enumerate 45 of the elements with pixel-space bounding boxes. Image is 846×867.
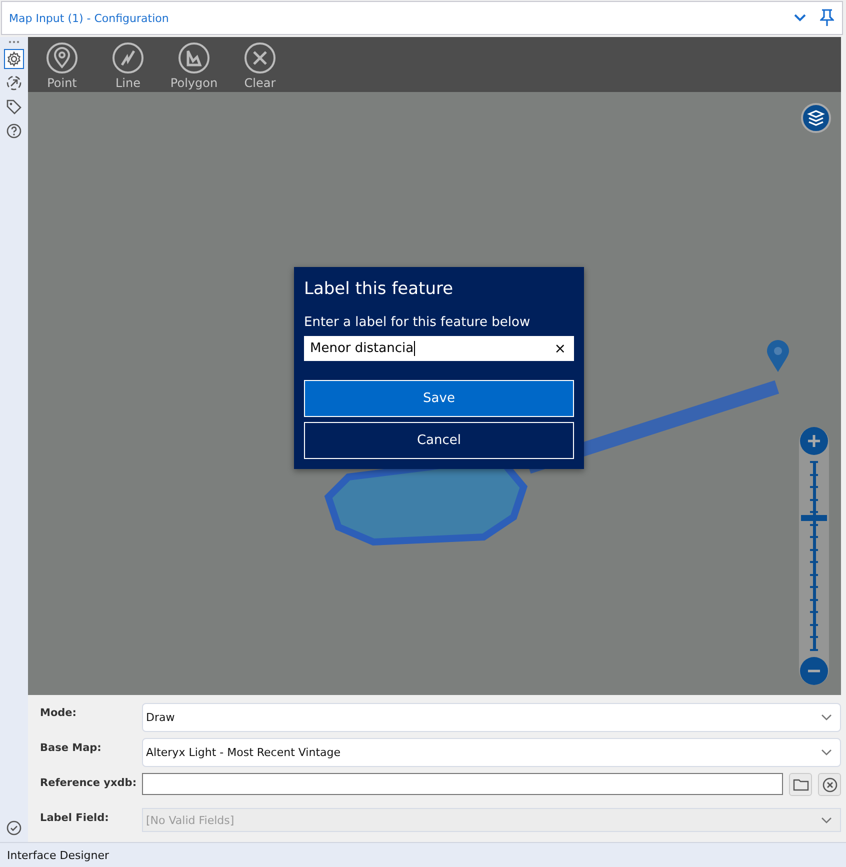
tag-icon[interactable] (4, 97, 24, 117)
chevron-down-icon (821, 816, 832, 824)
dropdown-field[interactable]: Alteryx Light - Most Recent Vintage (142, 738, 841, 767)
polygon-tool-icon (178, 42, 210, 74)
chevron-down-icon (821, 714, 832, 721)
save-button[interactable]: Save (304, 380, 574, 417)
chevron-down-icon (821, 749, 832, 756)
folder-icon (792, 778, 808, 791)
clear-tool-button[interactable]: Clear (234, 37, 286, 92)
zoom-in-button[interactable] (800, 427, 828, 455)
polygon-tool-button[interactable]: Polygon (168, 37, 220, 92)
field-label: Mode: (40, 706, 78, 719)
browse-folder-button[interactable] (789, 773, 812, 796)
field-label: Reference yxdb: (40, 776, 136, 789)
dialog-prompt: Enter a label for this feature below (304, 315, 532, 330)
chevron-down-icon[interactable] (794, 14, 806, 22)
layers-icon (807, 109, 825, 127)
plus-icon (807, 434, 821, 448)
settings-icon[interactable] (4, 49, 24, 69)
clear-input-button[interactable]: × (552, 340, 568, 356)
field-label: Base Map: (40, 741, 102, 754)
clear-file-button[interactable] (818, 773, 841, 796)
status-text: Interface Designer (7, 848, 110, 862)
dropdown-field[interactable]: Draw (142, 703, 841, 732)
line-tool-button[interactable]: Line (102, 37, 154, 92)
point-tool-button[interactable]: Point (36, 37, 88, 92)
window-title: Map Input (1) - Configuration (9, 12, 170, 24)
field-label: Label Field: (40, 811, 110, 824)
zoom-out-button[interactable] (800, 657, 828, 685)
connection-icon[interactable] (4, 73, 24, 93)
clear-icon (822, 776, 838, 792)
point-tool-icon (46, 42, 78, 74)
clear-tool-icon (244, 42, 276, 74)
pin-icon[interactable] (820, 9, 834, 27)
line-tool-icon (112, 42, 144, 74)
cancel-button[interactable]: Cancel (304, 422, 574, 459)
layers-button[interactable] (801, 103, 831, 133)
file-path-field[interactable] (142, 773, 783, 795)
dialog-title: Label this feature (304, 279, 454, 299)
more-icon[interactable] (9, 39, 19, 45)
check-circle-icon[interactable] (6, 820, 22, 836)
zoom-slider-thumb[interactable] (801, 515, 827, 521)
help-icon[interactable] (4, 121, 24, 141)
map-view[interactable]: Point Line Polygon Clear Label this feature Enter a label for this feature below Menor distancia × Save Cancel (28, 37, 841, 695)
label-input-field[interactable]: Menor distancia × (304, 336, 574, 361)
